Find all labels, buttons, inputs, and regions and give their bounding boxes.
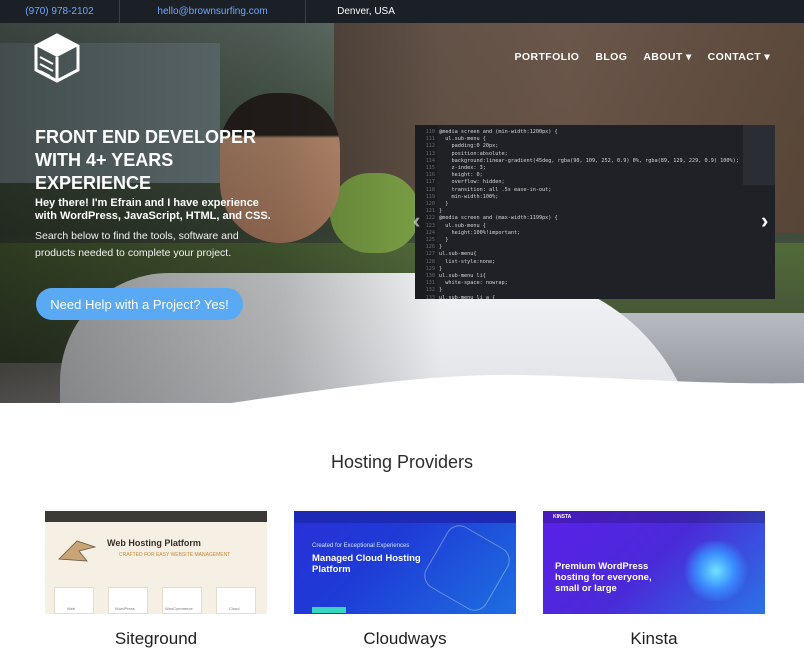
kinsta-screenshot[interactable]: KINSTA Premium WordPress hosting for eve… (543, 511, 765, 614)
cloudways-screenshot[interactable]: Created for Exceptional Experiences Mana… (294, 511, 516, 614)
provider-card-siteground[interactable]: Web Hosting Platform CRAFTED FOR EASY WE… (45, 511, 267, 648)
screenshot-nav-bar (45, 511, 267, 522)
cloudways-shot-kicker: Created for Exceptional Experiences (312, 543, 410, 549)
chevron-right-icon[interactable]: › (761, 208, 768, 234)
nav-contact[interactable]: CONTACT ▾ (708, 51, 770, 63)
siteground-shot-title: Web Hosting Platform (107, 538, 201, 548)
code-minimap (743, 125, 775, 185)
cloudways-shot-button (312, 607, 346, 613)
main-nav: PORTFOLIO BLOG ABOUT ▾ CONTACT ▾ (515, 51, 770, 63)
section-title: Hosting Providers (330, 452, 474, 472)
location-text: Denver, USA (337, 6, 395, 17)
hero-section: PORTFOLIO BLOG ABOUT ▾ CONTACT ▾ FRONT E… (0, 23, 804, 403)
cube-logo-icon[interactable] (34, 33, 80, 83)
email-link[interactable]: hello@brownsurfing.com (120, 0, 306, 23)
provider-name-cloudways[interactable]: Cloudways (294, 629, 516, 649)
kinsta-shot-title: Premium WordPress hosting for everyone, … (555, 561, 652, 594)
phone-link[interactable]: (970) 978-2102 (0, 0, 120, 23)
nav-about[interactable]: ABOUT ▾ (643, 51, 691, 63)
code-editor-slide: 110 111 112 113 114 115 116 117 118 119 … (415, 125, 775, 299)
hero-headline: FRONT END DEVELOPER WITH 4+ YEARS EXPERI… (35, 127, 257, 193)
provider-name-kinsta[interactable]: Kinsta (543, 629, 765, 649)
kinsta-illustration (681, 541, 751, 601)
siteground-screenshot[interactable]: Web Hosting Platform CRAFTED FOR EASY WE… (45, 511, 267, 614)
siteground-box-wordpress: WordPress (108, 587, 148, 614)
siteground-box-cloud: Cloud (216, 587, 256, 614)
screenshot-nav-bar (543, 511, 765, 523)
nav-blog[interactable]: BLOG (595, 51, 627, 63)
screenshot-nav-bar (294, 511, 516, 523)
hexagon-graphic (419, 520, 515, 614)
nav-portfolio[interactable]: PORTFOLIO (515, 51, 580, 63)
help-project-button[interactable]: Need Help with a Project? Yes! (36, 288, 243, 320)
hero-wave-divider (231, 374, 804, 403)
code-text: @media screen and (min-width:1200px) { u… (439, 129, 739, 299)
cloudways-shot-title: Managed Cloud Hosting Platform (312, 553, 421, 575)
hero-intro: Hey there! I'm Efrain and I have experie… (35, 197, 271, 222)
siteground-shot-subtitle: CRAFTED FOR EASY WEBSITE MANAGEMENT (119, 552, 231, 558)
origami-crane-icon (58, 540, 97, 562)
provider-name-siteground[interactable]: Siteground (45, 629, 267, 649)
chevron-left-icon[interactable]: ‹ (413, 208, 420, 234)
siteground-box-web: Web (54, 587, 94, 614)
siteground-box-woocommerce: WooCommerce (162, 587, 202, 614)
provider-card-cloudways[interactable]: Created for Exceptional Experiences Mana… (294, 511, 516, 648)
hero-search-text: Search below to find the tools, software… (35, 230, 239, 259)
provider-card-kinsta[interactable]: KINSTA Premium WordPress hosting for eve… (543, 511, 765, 648)
kinsta-shot-logo: KINSTA (553, 514, 572, 520)
top-contact-bar: (970) 978-2102 hello@brownsurfing.com De… (0, 0, 804, 23)
